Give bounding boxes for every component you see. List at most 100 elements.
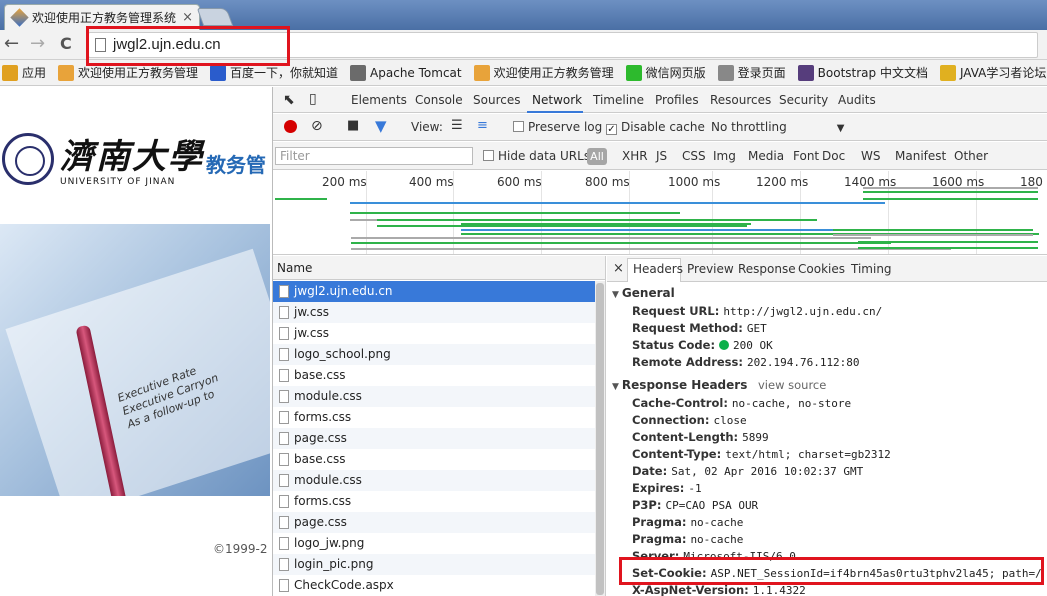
bookmark-label: Apache Tomcat <box>370 65 462 80</box>
apps-icon <box>2 64 18 81</box>
tab-sources[interactable]: Sources <box>473 93 520 107</box>
header-value: no-cache <box>690 516 744 529</box>
large-rows-icon[interactable]: ☰ <box>451 118 463 133</box>
new-tab-button[interactable] <box>196 8 234 26</box>
filter-type-other[interactable]: Other <box>954 149 988 163</box>
filter-type-font[interactable]: Font <box>793 149 819 163</box>
detail-tab-response[interactable]: Response <box>738 262 796 276</box>
response-header-row: Cache-Control: no-cache, no-store <box>632 396 851 410</box>
timeline-bar <box>351 237 871 239</box>
request-name: jwgl2.ujn.edu.cn <box>294 284 393 298</box>
disable-cache-checkbox[interactable]: Disable cache <box>606 120 705 135</box>
tab-profiles[interactable]: Profiles <box>655 93 699 107</box>
request-row[interactable]: jwgl2.ujn.edu.cn <box>273 281 595 302</box>
filter-bar: Filter Hide data URLs All XHR JS CSS Img Med… <box>273 142 1047 170</box>
inspect-element-icon[interactable]: ⬉ <box>283 92 295 108</box>
general-section-title[interactable]: ▼ General <box>612 286 675 300</box>
detail-tab-timing[interactable]: Timing <box>851 262 892 276</box>
request-row[interactable]: base.css <box>273 365 595 386</box>
copyright-text: ©1999-2 <box>213 542 268 556</box>
detail-tab-headers[interactable]: Headers <box>633 262 683 276</box>
devtools-tab-bar: ⬉ ▯ Elements Console Sources Network Timelin… <box>273 87 1047 113</box>
tab-network[interactable]: Network <box>532 93 582 107</box>
header-key: Date: <box>632 464 668 478</box>
request-row[interactable]: jw.css <box>273 323 595 344</box>
filter-type-js[interactable]: JS <box>656 149 667 163</box>
filter-type-ws[interactable]: WS <box>861 149 880 163</box>
tab-resources[interactable]: Resources <box>710 93 771 107</box>
request-row[interactable]: page.css <box>273 512 595 533</box>
preserve-log-checkbox[interactable]: Preserve log <box>513 120 602 134</box>
header-value: GET <box>746 322 767 335</box>
view-source-link[interactable]: view source <box>758 378 826 392</box>
request-row[interactable]: forms.css <box>273 407 595 428</box>
headers-content: ▼ General Request URL: http://jwgl2.ujn.edu… <box>607 283 1047 596</box>
request-name: page.css <box>294 515 347 529</box>
filter-icon[interactable]: ▼ <box>375 117 387 135</box>
bookmark-item[interactable]: 百度一下，你就知道 <box>210 64 338 81</box>
request-row[interactable]: logo_jw.png <box>273 533 595 554</box>
bookmark-item[interactable]: 应用 <box>2 64 46 81</box>
request-row[interactable]: CheckCode.aspx <box>273 575 595 596</box>
bookmark-item[interactable]: 欢迎使用正方教务管理 <box>58 64 198 81</box>
back-arrow-icon[interactable]: ← <box>4 34 19 54</box>
header-value: no-cache <box>690 533 744 546</box>
bookmark-item[interactable]: 登录页面 <box>717 64 786 81</box>
bookmark-item[interactable]: 欢迎使用正方教务管理 <box>473 64 614 81</box>
request-row[interactable]: logo_school.png <box>273 344 595 365</box>
filter-input[interactable]: Filter <box>275 147 473 165</box>
filter-type-xhr[interactable]: XHR <box>622 149 648 163</box>
bookmark-item[interactable]: JAVA学习者论坛 <box>939 64 1046 81</box>
timeline-tick-label: 200 ms <box>322 175 367 189</box>
filter-type-css[interactable]: CSS <box>682 149 706 163</box>
timeline-bar <box>858 247 1038 249</box>
bookmark-item[interactable]: Bootstrap 中文文档 <box>797 64 928 81</box>
detail-tab-cookies[interactable]: Cookies <box>798 262 845 276</box>
bookmark-item[interactable]: 微信网页版 <box>625 64 706 81</box>
detail-tab-preview[interactable]: Preview <box>687 262 734 276</box>
record-icon[interactable] <box>284 120 297 133</box>
close-detail-icon[interactable]: × <box>613 261 624 276</box>
header-value: 202.194.76.112:80 <box>746 356 860 369</box>
tab-console[interactable]: Console <box>415 93 463 107</box>
response-headers-section-title[interactable]: ▼ Response Headers view source <box>612 378 826 392</box>
bookmark-item[interactable]: Apache Tomcat <box>350 64 462 81</box>
tab-timeline[interactable]: Timeline <box>593 93 644 107</box>
header-value: -1 <box>688 482 702 495</box>
tab-security[interactable]: Security <box>779 93 828 107</box>
reload-icon[interactable]: C <box>60 34 72 54</box>
throttling-select[interactable]: No throttling ▼ <box>711 120 844 134</box>
tab-audits[interactable]: Audits <box>838 93 876 107</box>
request-row[interactable]: module.css <box>273 386 595 407</box>
response-header-row: Expires: -1 <box>632 481 702 495</box>
network-controls: ⊘ ■ ▼ View: ☰ ≡ Preserve log Disable cac… <box>273 114 1047 141</box>
tab-close-icon[interactable]: × <box>182 10 193 25</box>
device-mode-icon[interactable]: ▯ <box>309 91 317 107</box>
request-row[interactable]: forms.css <box>273 491 595 512</box>
university-seal-icon <box>2 133 54 185</box>
request-row[interactable]: base.css <box>273 449 595 470</box>
clear-icon[interactable]: ⊘ <box>311 118 323 134</box>
name-column-header[interactable]: Name <box>273 256 605 280</box>
general-header-row: Status Code: 200 OK <box>632 338 773 352</box>
request-row[interactable]: jw.css <box>273 302 595 323</box>
filter-type-manifest[interactable]: Manifest <box>895 149 946 163</box>
bootstrap-icon <box>797 64 814 81</box>
camera-icon[interactable]: ■ <box>347 118 359 133</box>
filter-all-button[interactable]: All <box>587 148 607 165</box>
request-row[interactable]: login_pic.png <box>273 554 595 575</box>
tab-elements[interactable]: Elements <box>351 93 407 107</box>
overview-icon[interactable]: ≡ <box>477 118 488 133</box>
filter-type-media[interactable]: Media <box>748 149 784 163</box>
request-row[interactable]: module.css <box>273 470 595 491</box>
request-row[interactable]: page.css <box>273 428 595 449</box>
timeline-bar <box>863 187 1038 189</box>
forward-arrow-icon[interactable]: → <box>30 34 45 54</box>
request-list-scrollbar[interactable] <box>595 281 605 596</box>
header-key: Request URL: <box>632 304 720 318</box>
hide-data-urls-checkbox[interactable]: Hide data URLs <box>483 149 590 163</box>
baidu-icon <box>210 64 227 81</box>
filter-type-doc[interactable]: Doc <box>822 149 845 163</box>
timeline-bar <box>350 212 680 214</box>
filter-type-img[interactable]: Img <box>713 149 736 163</box>
